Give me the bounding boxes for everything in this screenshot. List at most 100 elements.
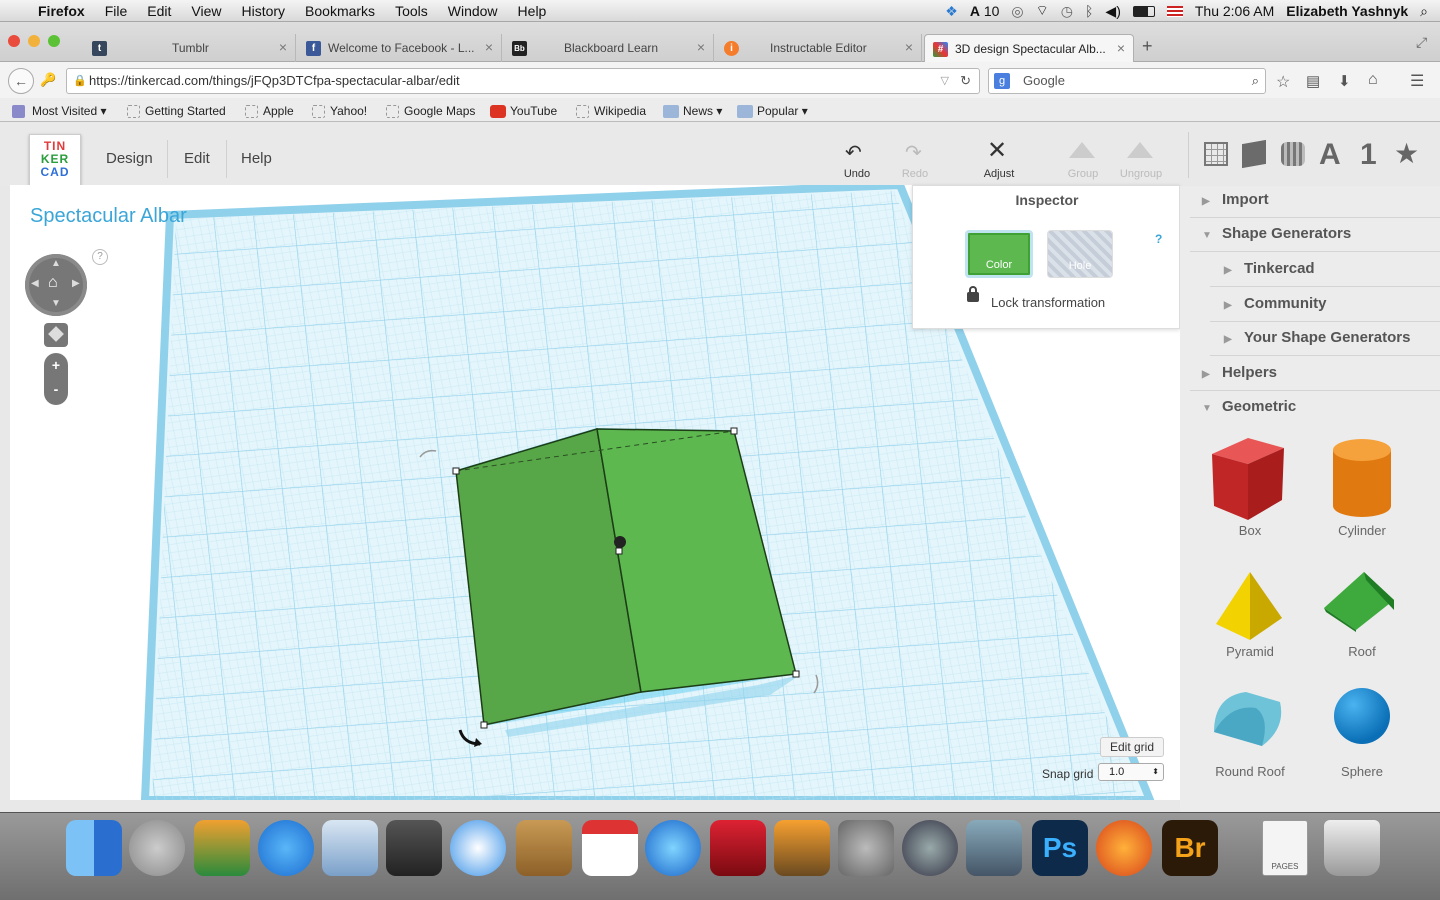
bookmark-apple[interactable]: Apple	[245, 104, 294, 118]
roof-shape-icon[interactable]	[1322, 570, 1398, 634]
bookmarks-list-icon[interactable]: ▤	[1306, 72, 1320, 90]
ungroup-button[interactable]: Ungroup	[1111, 168, 1171, 180]
aperture-icon[interactable]	[902, 820, 958, 876]
contacts-icon[interactable]	[516, 820, 572, 876]
edit-grid-button[interactable]: Edit grid	[1100, 737, 1164, 757]
menu-view[interactable]: View	[181, 3, 231, 19]
menu-tools[interactable]: Tools	[385, 3, 438, 19]
adobe-status[interactable]: A 10	[970, 3, 1000, 19]
menu-help[interactable]: Help	[508, 3, 557, 19]
itunes-icon[interactable]	[645, 820, 701, 876]
bookmark-folder-popular[interactable]: Popular ▾	[737, 104, 808, 118]
orbit-right-icon[interactable]: ▶	[72, 278, 80, 289]
fit-view-button[interactable]	[44, 323, 68, 347]
url-bar[interactable]: 🔒 https://tinkercad.com/things/jFQp3DTCf…	[66, 68, 980, 94]
close-window-button[interactable]	[8, 35, 20, 47]
tab-instructables[interactable]: i Instructable Editor ×	[716, 34, 922, 62]
center-handle[interactable]	[615, 547, 623, 555]
menu-window[interactable]: Window	[438, 3, 508, 19]
grid-view-icon[interactable]	[1204, 142, 1228, 166]
photo-booth-icon[interactable]	[710, 820, 766, 876]
color-swatch-button[interactable]: Color	[965, 230, 1033, 278]
inspector-help-icon[interactable]: ?	[1155, 232, 1162, 246]
height-handle[interactable]	[614, 536, 626, 548]
favorites-star-icon[interactable]: ★	[1394, 137, 1419, 170]
close-tab-icon[interactable]: ×	[905, 39, 913, 55]
pyramid-shape-icon[interactable]	[1212, 570, 1286, 644]
minimize-window-button[interactable]	[28, 35, 40, 47]
tab-tumblr[interactable]: t Tumblr ×	[84, 34, 296, 62]
battery-icon[interactable]	[1132, 5, 1155, 17]
pages-document-icon[interactable]: PAGES	[1262, 820, 1308, 876]
dropdown-arrow-icon[interactable]: ▽	[941, 69, 949, 93]
bookmark-star-icon[interactable]: ☆	[1276, 72, 1290, 92]
orbit-down-icon[interactable]: ▼	[51, 298, 61, 309]
finder-icon[interactable]	[66, 820, 122, 876]
cylinder-shape-icon[interactable]	[1326, 436, 1398, 520]
bridge-icon[interactable]: Br	[1162, 820, 1218, 876]
close-tab-icon[interactable]: ×	[279, 39, 287, 55]
trash-icon[interactable]	[1324, 820, 1380, 876]
iphoto-icon[interactable]	[774, 820, 830, 876]
round-roof-shape-icon[interactable]	[1210, 688, 1288, 752]
section-your-shape-generators[interactable]: ▶ Your Shape Generators	[1210, 322, 1440, 356]
launchpad-icon[interactable]	[129, 820, 185, 876]
menu-history[interactable]: History	[231, 3, 295, 19]
nav-help[interactable]: Help	[241, 150, 272, 167]
number-view-icon[interactable]: 1	[1360, 138, 1377, 172]
zoom-out-button[interactable]: -	[44, 381, 68, 397]
geometry-view-icon[interactable]	[1281, 142, 1305, 166]
bookmark-folder-news[interactable]: News ▾	[663, 104, 722, 118]
corner-handle[interactable]	[730, 427, 738, 435]
nav-design[interactable]: Design	[106, 150, 153, 167]
facetime-icon[interactable]	[386, 820, 442, 876]
box-shape-icon[interactable]	[1206, 434, 1290, 524]
section-helpers[interactable]: ▶ Helpers	[1190, 357, 1440, 391]
section-import[interactable]: ▶ Import	[1190, 184, 1440, 218]
back-button[interactable]: ←	[8, 68, 34, 94]
zoom-in-button[interactable]: +	[44, 357, 68, 373]
photoshop-icon[interactable]: Ps	[1032, 820, 1088, 876]
fullscreen-icon[interactable]: ⤢	[1416, 34, 1427, 51]
bookmark-most-visited[interactable]: Most Visited ▾	[12, 104, 107, 118]
orbit-up-icon[interactable]: ▲	[51, 258, 61, 269]
lock-transformation-label[interactable]: Lock transformation	[991, 295, 1105, 310]
flag-icon[interactable]	[1166, 5, 1183, 17]
help-icon[interactable]: ?	[92, 249, 108, 265]
app-store-icon[interactable]	[258, 820, 314, 876]
zoom-window-button[interactable]	[48, 35, 60, 47]
text-view-icon[interactable]: A	[1319, 138, 1341, 172]
close-tab-icon[interactable]: ×	[485, 39, 493, 55]
view-cube-nav[interactable]: ▲ ▼ ◀ ▶ ⌂	[25, 254, 87, 316]
menu-file[interactable]: File	[95, 3, 138, 19]
calendar-icon[interactable]	[582, 820, 638, 876]
group-button[interactable]: Group	[1053, 168, 1113, 180]
bookmark-getting-started[interactable]: Getting Started	[127, 104, 226, 118]
firefox-icon[interactable]	[1096, 820, 1152, 876]
redo-button[interactable]: Redo	[885, 168, 945, 180]
search-icon[interactable]: ⌕	[1252, 69, 1259, 93]
box-view-icon[interactable]	[1242, 139, 1266, 169]
menu-bookmarks[interactable]: Bookmarks	[295, 3, 385, 19]
section-geometric[interactable]: ▼ Geometric	[1190, 391, 1440, 425]
site-identity-icon[interactable]: 🔑	[40, 72, 56, 88]
undo-button[interactable]: Undo	[827, 168, 887, 180]
photo-browser-icon[interactable]	[194, 820, 250, 876]
wifi-icon[interactable]: ⌔	[1036, 2, 1049, 20]
close-tab-icon[interactable]: ×	[1117, 40, 1125, 56]
mail-icon[interactable]	[322, 820, 378, 876]
section-community[interactable]: ▶ Community	[1210, 288, 1440, 322]
tab-facebook[interactable]: f Welcome to Facebook - L... ×	[298, 34, 502, 62]
hole-button[interactable]: Hole	[1047, 230, 1113, 278]
tab-blackboard[interactable]: Bb Blackboard Learn ×	[504, 34, 714, 62]
menu-icon[interactable]: ☰	[1410, 71, 1424, 91]
corner-handle[interactable]	[480, 721, 488, 729]
snap-grid-select[interactable]: 1.0 ⬍	[1098, 763, 1164, 781]
bookmark-wikipedia[interactable]: Wikipedia	[576, 104, 646, 118]
sphere-shape-icon[interactable]	[1334, 688, 1390, 744]
user-name[interactable]: Elizabeth Yashnyk	[1286, 3, 1408, 19]
menu-edit[interactable]: Edit	[137, 3, 181, 19]
reload-icon[interactable]: ↻	[960, 69, 971, 93]
system-preferences-icon[interactable]	[838, 820, 894, 876]
design-title[interactable]: Spectacular Albar	[30, 205, 187, 228]
